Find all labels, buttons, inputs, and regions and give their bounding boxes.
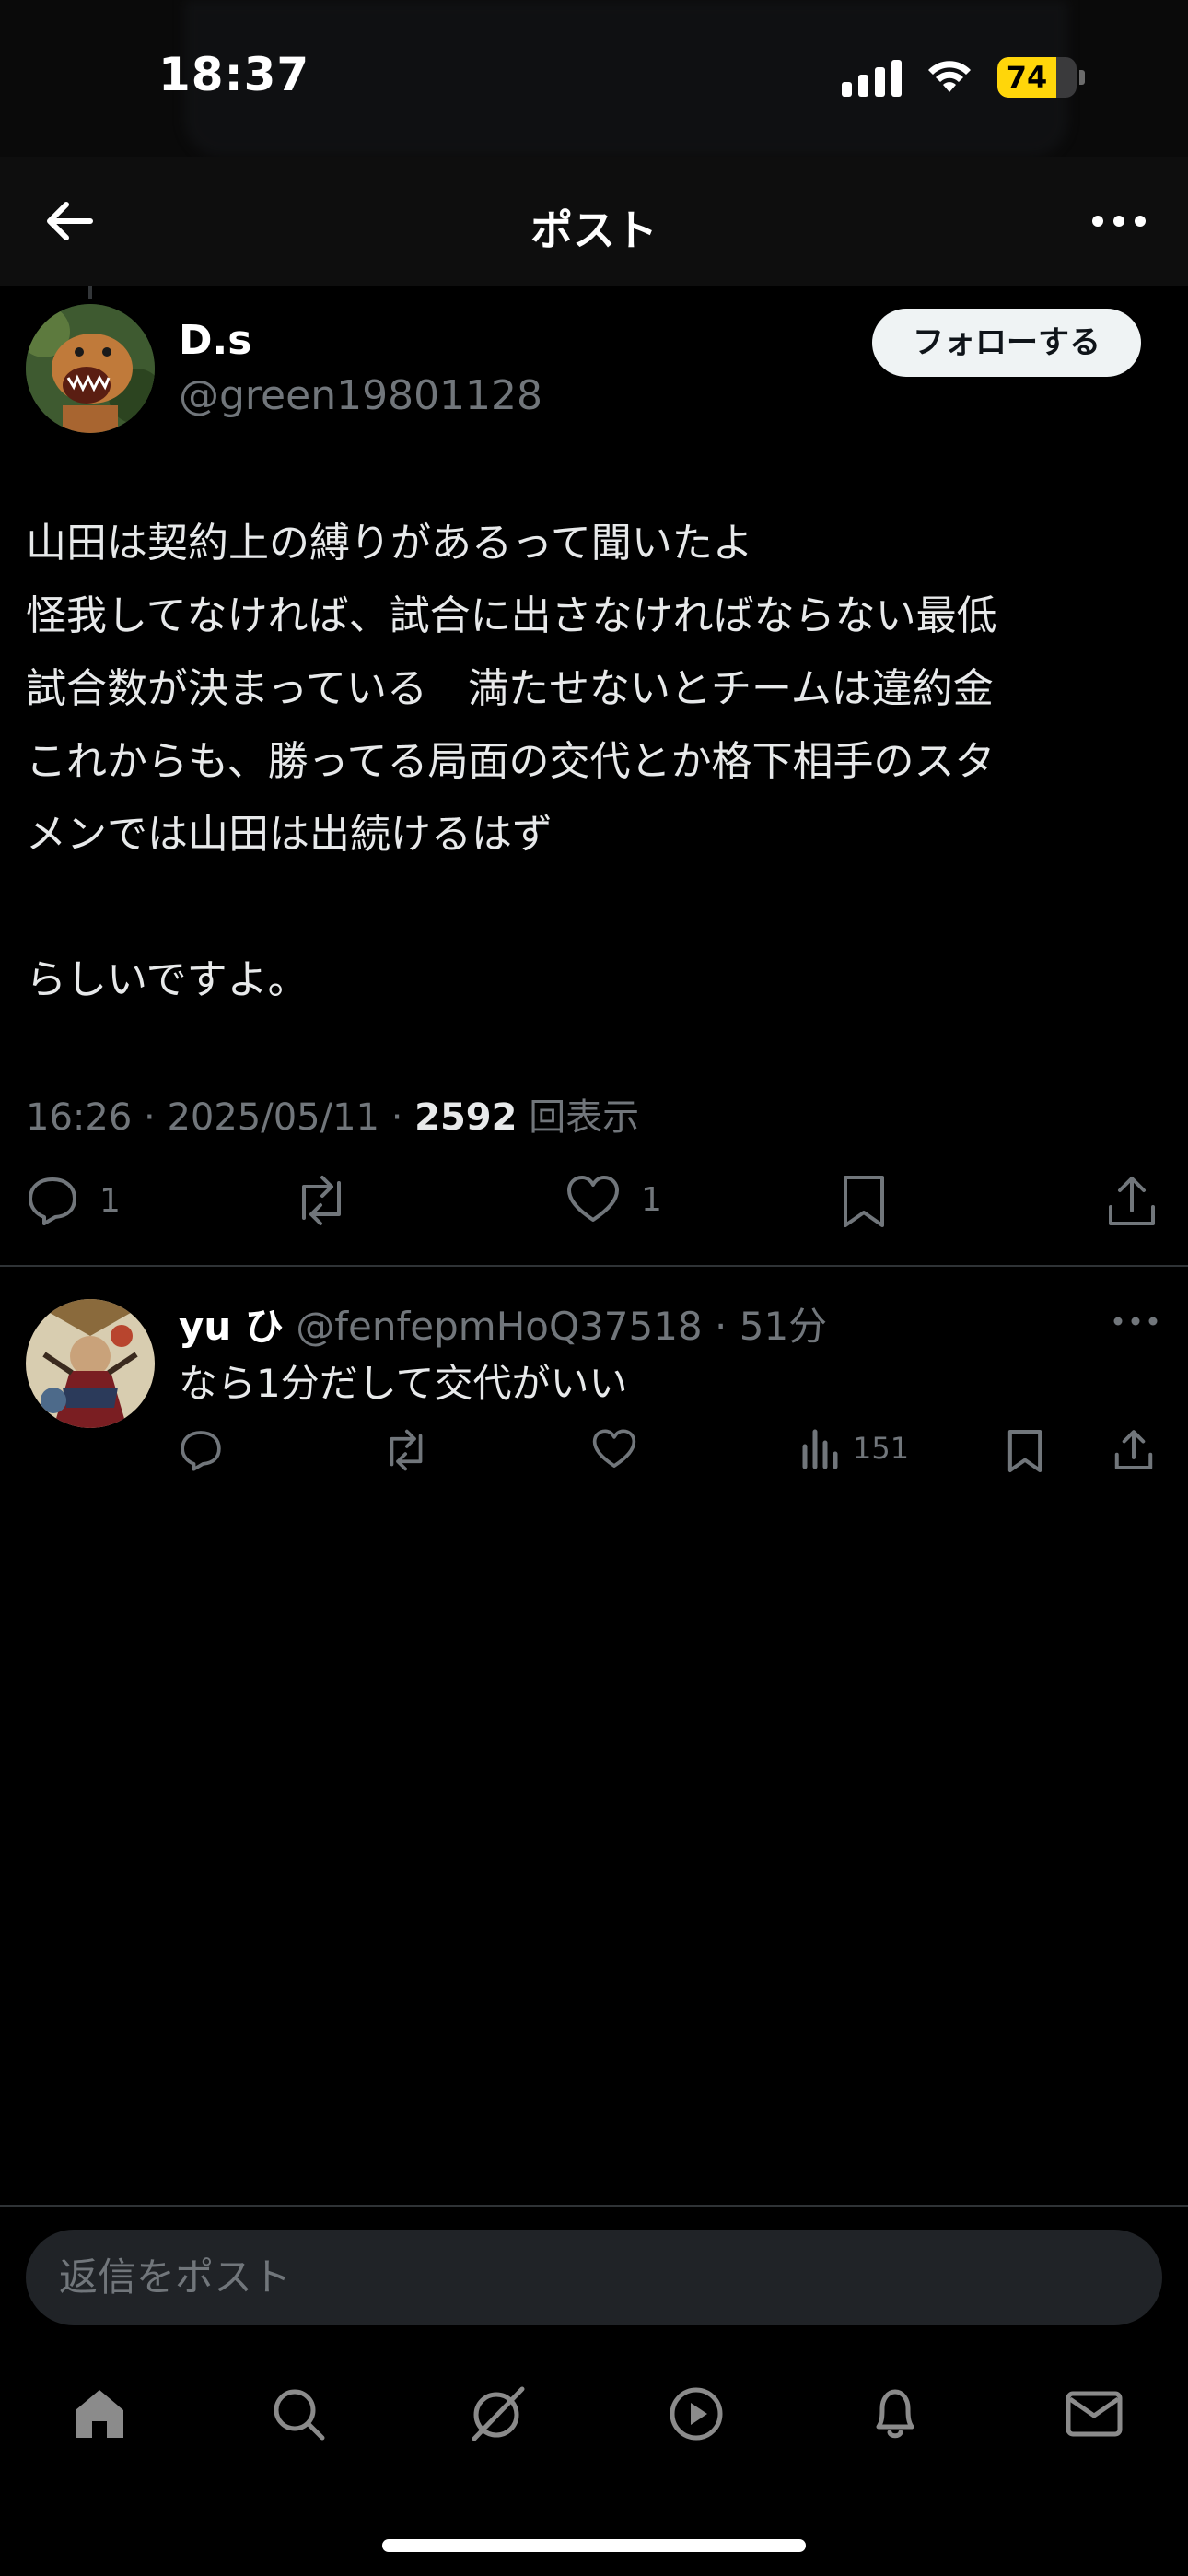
heart-icon — [592, 1429, 636, 1468]
reply-view-count: 151 — [853, 1431, 910, 1466]
post-text-line: 怪我してなければ、試合に出さなければならない最低 — [26, 592, 997, 639]
like-button[interactable]: 1 — [565, 1174, 662, 1225]
post-text-blank-line — [26, 871, 1168, 943]
thread-connector — [88, 286, 92, 299]
reply-more-button[interactable] — [1111, 1312, 1160, 1330]
tab-grok[interactable] — [460, 2377, 534, 2451]
post-text: 山田は契約上の縛りがあるって聞いたよ 怪我してなければ、試合に出さなければならな… — [26, 507, 1168, 1016]
battery-level: 74 — [1006, 60, 1048, 95]
post-text-line: 山田は契約上の縛りがあるって聞いたよ — [26, 520, 753, 567]
dinosaur-avatar-image — [26, 304, 155, 433]
cellular-signal-icon — [842, 58, 902, 97]
home-icon — [76, 2390, 123, 2438]
clock: 18:37 — [158, 48, 310, 101]
status-bar: 18:37 74 — [0, 0, 1188, 157]
post-date: 2025/05/11 — [167, 1096, 379, 1139]
follow-button[interactable]: フォローする — [872, 309, 1141, 377]
status-icons: 74 — [842, 57, 1085, 98]
grok-icon — [472, 2386, 525, 2441]
divider — [0, 1265, 1188, 1267]
post-text-line: メンでは山田は出続けるはず — [26, 811, 553, 858]
reply-header: yu ひ @fenfepmHoQ37518 · 51分 — [179, 1295, 827, 1352]
share-button[interactable] — [1105, 1174, 1159, 1229]
bell-icon — [876, 2389, 914, 2439]
post-meta: 16:26 · 2025/05/11 · 2592 回表示 — [26, 1087, 639, 1141]
share-icon — [1114, 1430, 1153, 1470]
analytics-icon — [802, 1429, 838, 1469]
reply-bookmark-button[interactable] — [1006, 1428, 1044, 1474]
bookmark-icon — [844, 1176, 884, 1227]
reply-input[interactable]: 返信をポスト — [26, 2230, 1162, 2325]
reply-text: なら1分だして交代がいい — [179, 1361, 628, 1406]
play-icon — [670, 2387, 723, 2441]
reply-display-name[interactable]: yu ひ — [179, 1304, 284, 1349]
reply-button[interactable]: 1 — [26, 1174, 121, 1227]
post-text-line: これからも、勝ってる局面の交代とか格下相手のスタ — [26, 738, 996, 785]
battery-icon: 74 — [997, 57, 1085, 98]
page-title: ポスト — [530, 205, 658, 255]
views-label: 回表示 — [529, 1096, 640, 1139]
more-horizontal-icon — [1092, 216, 1146, 227]
reply-like-button[interactable] — [591, 1428, 637, 1470]
reply-views-button[interactable]: 151 — [801, 1428, 909, 1469]
post-text-line: らしいですよ。 — [26, 956, 309, 1003]
meta-separator: · — [144, 1096, 156, 1139]
top-nav-bar: ポスト — [0, 157, 1188, 286]
bookmark-button[interactable] — [840, 1174, 888, 1229]
tab-search[interactable] — [262, 2377, 335, 2451]
reply-separator: · — [715, 1304, 728, 1349]
wifi-icon — [928, 61, 971, 92]
author-avatar[interactable] — [26, 304, 155, 433]
tab-video[interactable] — [659, 2377, 733, 2451]
search-icon — [274, 2389, 325, 2441]
repost-icon — [302, 1176, 341, 1225]
post-text-line: 試合数が決まっている 満たせないとチームは違約金 — [26, 665, 994, 712]
reply-reply-button[interactable] — [179, 1428, 223, 1472]
repost-icon — [390, 1429, 423, 1471]
reply-repost-button[interactable] — [381, 1428, 431, 1472]
view-count[interactable]: 2592 — [414, 1096, 517, 1139]
warrior-art-avatar-image — [26, 1299, 155, 1428]
reply-handle[interactable]: @fenfepmHoQ37518 — [296, 1304, 702, 1349]
bookmark-icon — [1007, 1429, 1042, 1473]
share-icon — [1109, 1177, 1155, 1225]
reply-action-bar: 151 — [0, 1428, 1188, 1483]
more-horizontal-icon — [1113, 1317, 1158, 1326]
tab-messages[interactable] — [1057, 2377, 1131, 2451]
post-time: 16:26 — [26, 1096, 133, 1139]
composer-divider — [0, 2205, 1188, 2207]
meta-separator: · — [390, 1096, 403, 1139]
post-action-bar: 1 1 — [0, 1170, 1188, 1244]
reply-icon — [181, 1431, 221, 1471]
author-display-name[interactable]: D.s — [179, 317, 251, 364]
more-options-button[interactable] — [1087, 203, 1151, 240]
bottom-tab-bar — [0, 2359, 1188, 2469]
heart-icon — [567, 1176, 619, 1222]
reply-share-button[interactable] — [1112, 1428, 1155, 1472]
reply-count: 1 — [99, 1181, 121, 1220]
author-handle[interactable]: @green19801128 — [179, 372, 542, 419]
mail-icon — [1066, 2391, 1123, 2437]
tab-home[interactable] — [63, 2377, 136, 2451]
reply-author-avatar[interactable] — [26, 1299, 155, 1428]
home-indicator[interactable] — [382, 2539, 806, 2552]
tab-notifications[interactable] — [858, 2377, 932, 2451]
reply-icon — [29, 1177, 76, 1225]
reply-age: 51分 — [739, 1304, 828, 1349]
like-count: 1 — [641, 1180, 662, 1219]
repost-button[interactable] — [291, 1174, 372, 1227]
